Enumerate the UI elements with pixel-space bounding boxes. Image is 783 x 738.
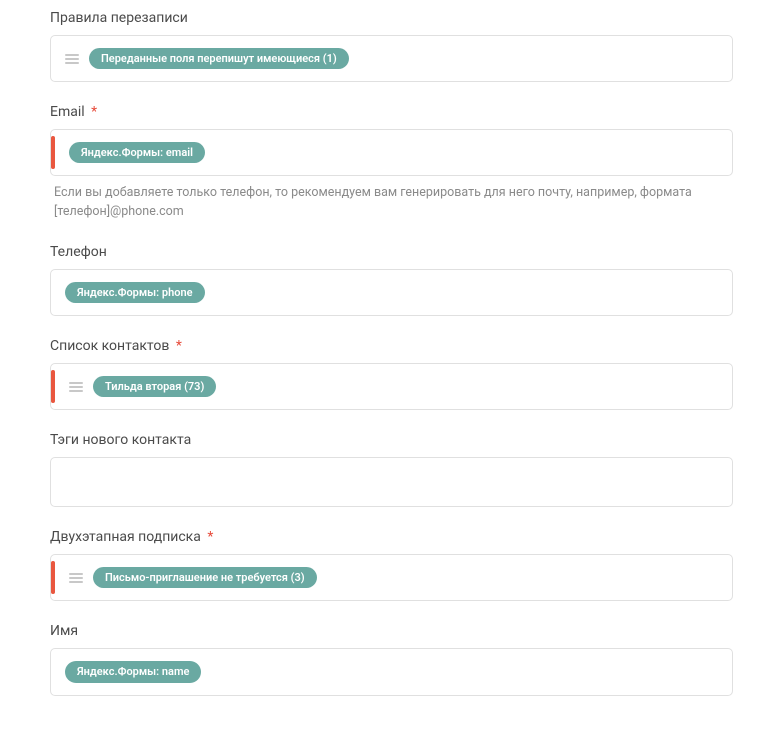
- required-mark: *: [91, 104, 97, 120]
- chip-two-step[interactable]: Письмо-приглашение не требуется (3): [93, 567, 317, 588]
- chip-email[interactable]: Яндекс.Формы: email: [69, 142, 205, 163]
- label-text: Email: [50, 104, 85, 120]
- field-phone: Телефон Яндекс.Формы: phone: [50, 244, 733, 316]
- field-rewrite-rules: Правила перезаписи Переданные поля переп…: [50, 10, 733, 82]
- input-email[interactable]: Яндекс.Формы: email: [50, 129, 733, 176]
- field-new-contact-tags: Тэги нового контакта: [50, 432, 733, 507]
- chip-name[interactable]: Яндекс.Формы: name: [65, 661, 201, 682]
- input-contact-list[interactable]: Тильда вторая (73): [50, 363, 733, 410]
- chip-phone[interactable]: Яндекс.Формы: phone: [65, 282, 205, 303]
- label-text: Имя: [50, 623, 78, 639]
- label-text: Телефон: [50, 244, 107, 260]
- label-name: Имя: [50, 623, 733, 639]
- list-icon: [69, 573, 83, 583]
- input-two-step[interactable]: Письмо-приглашение не требуется (3): [50, 554, 733, 601]
- label-email: Email *: [50, 104, 733, 120]
- label-phone: Телефон: [50, 244, 733, 260]
- list-icon: [69, 382, 83, 392]
- chip-rewrite-rules[interactable]: Переданные поля перепишут имеющиеся (1): [89, 48, 349, 69]
- input-rewrite-rules[interactable]: Переданные поля перепишут имеющиеся (1): [50, 35, 733, 82]
- label-text: Правила перезаписи: [50, 10, 188, 26]
- field-email: Email * Яндекс.Формы: email Если вы доба…: [50, 104, 733, 222]
- field-contact-list: Список контактов * Тильда вторая (73): [50, 338, 733, 410]
- label-two-step: Двухэтапная подписка *: [50, 529, 733, 545]
- label-contact-list: Список контактов *: [50, 338, 733, 354]
- input-new-contact-tags[interactable]: [50, 457, 733, 507]
- list-icon: [65, 54, 79, 64]
- chip-contact-list[interactable]: Тильда вторая (73): [93, 376, 216, 397]
- label-text: Список контактов: [50, 338, 169, 354]
- label-text: Тэги нового контакта: [50, 432, 191, 448]
- label-rewrite-rules: Правила перезаписи: [50, 10, 733, 26]
- required-mark: *: [207, 529, 213, 545]
- label-new-contact-tags: Тэги нового контакта: [50, 432, 733, 448]
- label-text: Двухэтапная подписка: [50, 529, 201, 545]
- hint-email: Если вы добавляете только телефон, то ре…: [50, 184, 733, 222]
- input-phone[interactable]: Яндекс.Формы: phone: [50, 269, 733, 316]
- input-name[interactable]: Яндекс.Формы: name: [50, 648, 733, 695]
- field-two-step: Двухэтапная подписка * Письмо-приглашени…: [50, 529, 733, 601]
- required-mark: *: [176, 338, 182, 354]
- field-name: Имя Яндекс.Формы: name: [50, 623, 733, 695]
